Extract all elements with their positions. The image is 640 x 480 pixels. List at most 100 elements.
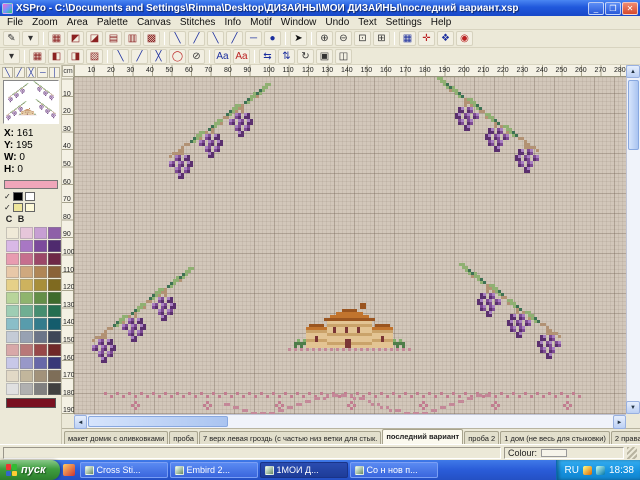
no-stitch-icon[interactable]: ⊘ [188, 49, 205, 64]
palette-swatch[interactable] [6, 279, 19, 291]
backstitch-ne-icon[interactable]: ╱ [188, 31, 205, 46]
mini-vertical-icon[interactable]: │ [49, 67, 60, 78]
scroll-left-icon[interactable]: ◄ [74, 415, 87, 429]
font-red-icon[interactable]: Aa [233, 49, 250, 64]
palette-swatch[interactable] [20, 370, 33, 382]
palette-swatch[interactable] [34, 370, 47, 382]
pencil-tool-icon[interactable]: ✎ [3, 31, 20, 46]
palette-swatch[interactable] [34, 331, 47, 343]
pattern-tab-0[interactable]: макет домик с оливковками [64, 431, 168, 444]
straight-stitch-icon[interactable]: ─ [245, 31, 262, 46]
resize-grip[interactable] [627, 447, 637, 459]
zoom-area-icon[interactable]: ⊡ [354, 31, 371, 46]
motif-tool-icon[interactable]: ❖ [437, 31, 454, 46]
palette-swatch[interactable] [6, 253, 19, 265]
palette-swatch[interactable] [34, 292, 47, 304]
palette-swatch[interactable] [6, 292, 19, 304]
vertical-scroll-thumb[interactable] [628, 80, 639, 150]
palette-swatch[interactable] [6, 227, 19, 239]
palette-swatch[interactable] [34, 253, 47, 265]
palette-swatch[interactable] [34, 357, 47, 369]
menu-item-text[interactable]: Text [354, 17, 380, 28]
pattern-tab-1[interactable]: проба [169, 431, 198, 444]
flip-vertical-icon[interactable]: ⇅ [278, 49, 295, 64]
palette-swatch[interactable] [6, 318, 19, 330]
mini-cross-icon[interactable]: ╳ [26, 67, 37, 78]
menu-item-file[interactable]: File [3, 17, 27, 28]
mini-horizontal-icon[interactable]: ─ [37, 67, 48, 78]
language-indicator[interactable]: RU [565, 465, 579, 476]
full-stitch-icon[interactable]: ▦ [48, 31, 65, 46]
maximize-button[interactable]: ❐ [605, 2, 621, 15]
zoom-out-icon[interactable]: ⊖ [335, 31, 352, 46]
palette-swatch[interactable] [20, 357, 33, 369]
menu-item-settings[interactable]: Settings [382, 17, 426, 28]
palette-swatch[interactable] [20, 279, 33, 291]
knot-red-icon[interactable]: ◉ [456, 31, 473, 46]
palette-swatch[interactable] [20, 305, 33, 317]
copy-motif-icon[interactable]: ▣ [316, 49, 333, 64]
flip-horizontal-icon[interactable]: ⇆ [259, 49, 276, 64]
palette-swatch[interactable] [34, 344, 47, 356]
palette-swatch[interactable] [6, 344, 19, 356]
zoom-fit-icon[interactable]: ⊞ [373, 31, 390, 46]
palette-swatch[interactable] [34, 266, 47, 278]
pattern-tab-2[interactable]: 7 верх левая гроздь (с частью низ ветки … [199, 431, 381, 444]
palette-swatch[interactable] [34, 279, 47, 291]
menu-item-help[interactable]: Help [427, 17, 456, 28]
palette-swatch[interactable] [48, 357, 61, 369]
vertical-scrollbar[interactable]: ▲ ▼ [626, 65, 640, 414]
palette-swatch[interactable] [34, 240, 47, 252]
diagonal-ne-icon[interactable]: ╱ [131, 49, 148, 64]
palette-swatch[interactable] [48, 253, 61, 265]
quick-launch-icon[interactable] [63, 464, 75, 476]
menu-item-motif[interactable]: Motif [246, 17, 276, 28]
half-stitch-left-icon[interactable]: ◧ [48, 49, 65, 64]
half-stitch-bottom-icon[interactable]: ◪ [86, 31, 103, 46]
palette-swatch[interactable] [48, 318, 61, 330]
palette-yellow-swatch[interactable] [13, 203, 23, 212]
palette-swatch[interactable] [20, 266, 33, 278]
stitch-canvas[interactable] [74, 77, 626, 414]
hatch-stitch-icon[interactable]: ▨ [86, 49, 103, 64]
taskbar-button-2[interactable]: 1МОИ Д... [260, 462, 348, 478]
menu-item-window[interactable]: Window [277, 17, 321, 28]
center-point-icon[interactable]: ✛ [418, 31, 435, 46]
menu-item-stitches[interactable]: Stitches [176, 17, 220, 28]
menu-item-undo[interactable]: Undo [321, 17, 353, 28]
palette-swatch[interactable] [48, 331, 61, 343]
palette-swatch[interactable] [6, 370, 19, 382]
palette-swatch[interactable] [20, 253, 33, 265]
quarter-stitch-icon[interactable]: ▤ [105, 31, 122, 46]
selected-color-swatch[interactable] [4, 180, 58, 189]
palette-swatch[interactable] [34, 305, 47, 317]
taskbar-button-0[interactable]: Cross Sti... [80, 462, 168, 478]
palette-swatch[interactable] [48, 279, 61, 291]
palette-swatch[interactable] [48, 240, 61, 252]
select-arrow-icon[interactable]: ➤ [290, 31, 307, 46]
taskbar-button-1[interactable]: Embird 2... [170, 462, 258, 478]
palette-swatch[interactable] [6, 266, 19, 278]
pattern-tab-3[interactable]: последний вариант [382, 429, 463, 444]
full-stitch-2-icon[interactable]: ▦ [29, 49, 46, 64]
french-knot-icon[interactable]: ● [264, 31, 281, 46]
start-button[interactable]: пуск [0, 460, 60, 480]
half-stitch-right-icon[interactable]: ◨ [67, 49, 84, 64]
pattern-tab-6[interactable]: 2 правая низ гр. [611, 431, 640, 444]
palette-swatch[interactable] [48, 292, 61, 304]
export-icon[interactable]: ◫ [335, 49, 352, 64]
menu-item-zoom[interactable]: Zoom [28, 17, 62, 28]
palette-swatch[interactable] [34, 318, 47, 330]
tray-volume-icon[interactable] [596, 466, 605, 475]
palette-swatch[interactable] [20, 292, 33, 304]
palette-swatch[interactable] [20, 331, 33, 343]
palette-swatch[interactable] [48, 344, 61, 356]
pencil-dropdown-icon[interactable]: ▾ [22, 31, 39, 46]
palette-bottom-bar[interactable] [6, 398, 56, 408]
menu-item-info[interactable]: Info [220, 17, 245, 28]
taskbar-button-3[interactable]: Со н нов п... [350, 462, 438, 478]
rotate-icon[interactable]: ↻ [297, 49, 314, 64]
half-stitch-top-icon[interactable]: ◩ [67, 31, 84, 46]
palette-swatch[interactable] [20, 240, 33, 252]
pattern-tab-5[interactable]: 1 дом (не весь для стыковки) [500, 431, 610, 444]
